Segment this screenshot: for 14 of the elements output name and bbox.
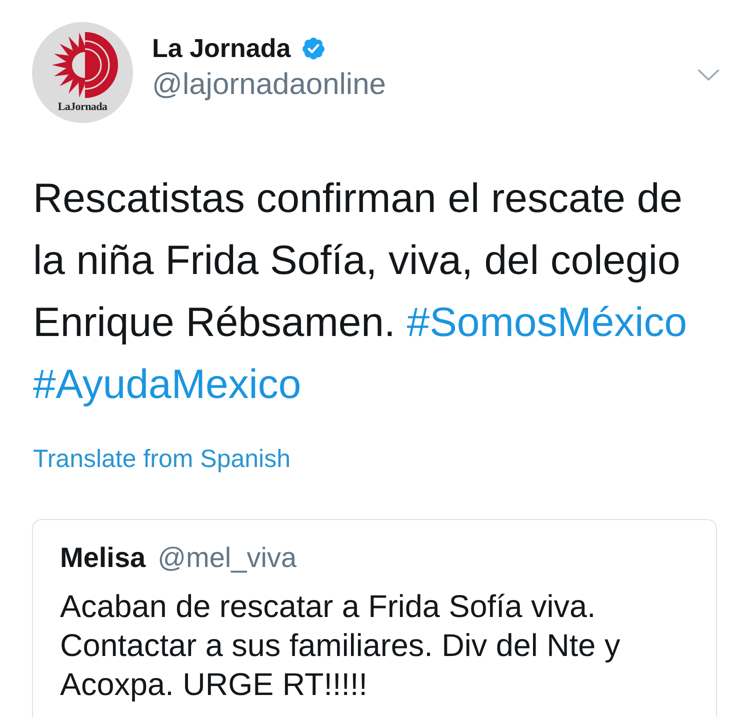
hashtag-link[interactable]: #AyudaMexico <box>33 361 302 407</box>
quoted-tweet-card[interactable]: Melisa @mel_viva Acaban de rescatar a Frida Sofía viva. Contactar a sus familiares. Div del Nte y Acoxpa. URGE RT!!!!! <box>32 519 717 717</box>
chevron-down-icon[interactable] <box>697 69 720 81</box>
tweet-text: Rescatistas confirman el rescate de la niña Frida Sofía, viva, del colegio Enrique Rébsamen. #SomosMéxico #AyudaMexico <box>33 174 688 409</box>
logo-text: LaJornada <box>58 101 108 114</box>
hashtag-link[interactable]: #SomosMéxico <box>406 299 688 345</box>
quoted-author-handle: @mel_viva <box>158 541 297 575</box>
quoted-author-name: Melisa <box>60 541 146 575</box>
author-name[interactable]: La Jornada <box>152 28 291 68</box>
author-handle[interactable]: @lajornadaonline <box>152 68 697 102</box>
avatar[interactable]: LaJornada <box>32 22 133 123</box>
quoted-tweet-text: Acaban de rescatar a Frida Sofía viva. Contactar a sus familiares. Div del Nte y Acoxpa. URGE RT!!!!! <box>60 587 622 704</box>
sun-logo-icon <box>52 32 118 98</box>
translate-link[interactable]: Translate from Spanish <box>33 444 291 474</box>
